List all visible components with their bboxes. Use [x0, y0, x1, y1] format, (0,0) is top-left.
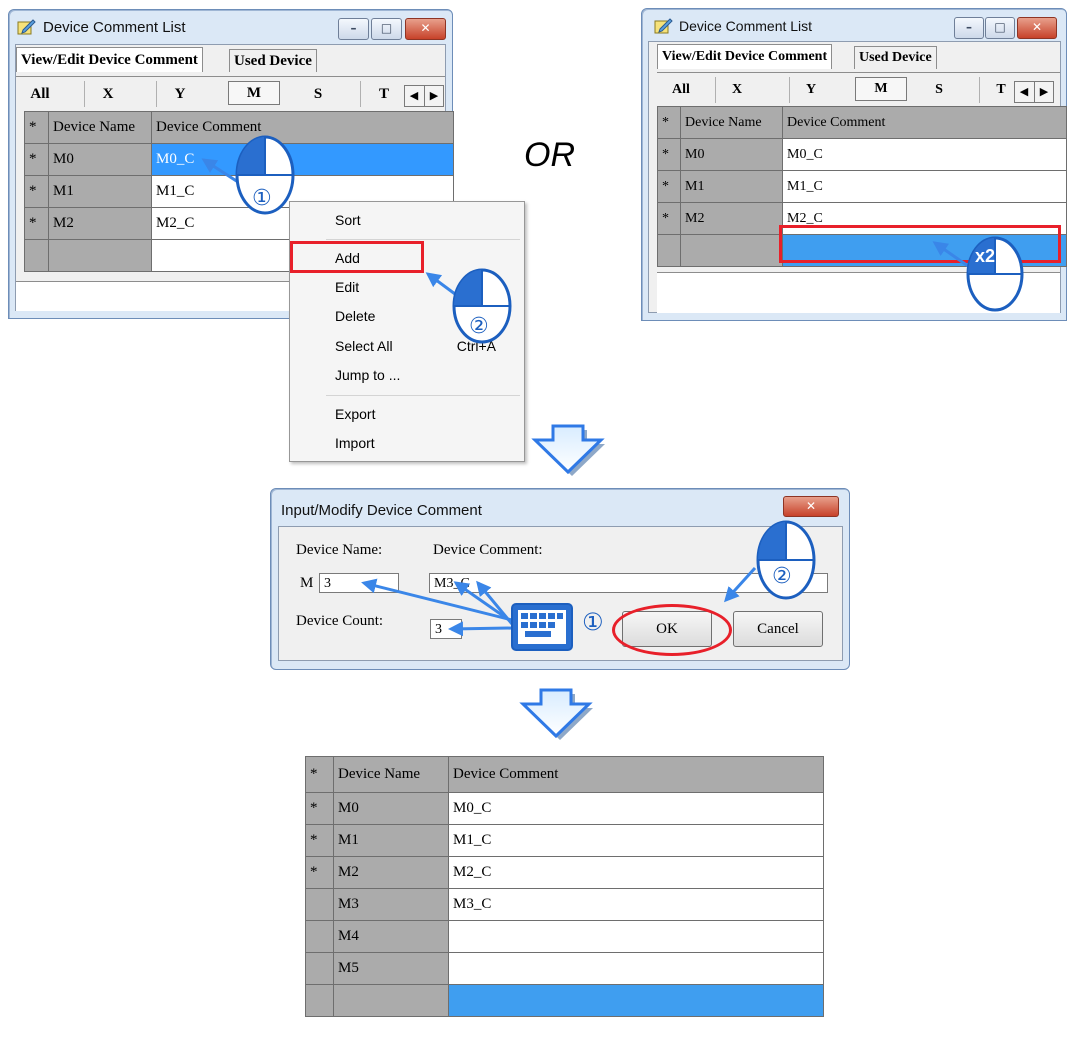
double-click-marker: x2 [975, 246, 996, 266]
step-marker-one: ① [582, 608, 604, 636]
annotation-overlay [201, 135, 1024, 740]
step-marker-two: ② [469, 314, 489, 339]
step-marker-two: ② [772, 564, 792, 589]
flow-arrow-down-icon [519, 688, 593, 740]
step-marker-one: ① [252, 186, 272, 211]
flow-arrow-down-icon [531, 424, 605, 476]
keyboard-icon [511, 603, 573, 651]
